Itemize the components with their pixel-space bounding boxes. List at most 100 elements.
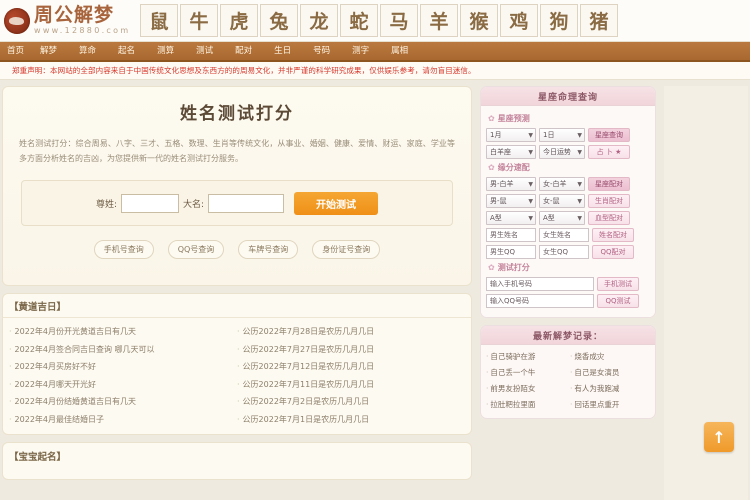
dropdown-value: 男-鼠 bbox=[490, 197, 507, 205]
action-button[interactable]: 星座查询 bbox=[588, 128, 630, 142]
site-logo[interactable]: 周公解梦 www.12880.com bbox=[0, 6, 140, 35]
nav-item-4[interactable]: 测算 bbox=[146, 41, 185, 61]
text-input[interactable]: 女生QQ bbox=[539, 245, 589, 259]
nav-item-7[interactable]: 生日 bbox=[263, 41, 302, 61]
bullet-icon: · bbox=[9, 397, 12, 406]
zodiac-button-8[interactable]: 猴 bbox=[460, 4, 498, 37]
dream-record-left-list: · 自己骑驴在游 · 自己丢一个牛 · 前男友扮陌女 · 拉肚粑拉里面 bbox=[484, 349, 568, 413]
action-button[interactable]: 生肖配对 bbox=[588, 194, 630, 208]
nav-item-1[interactable]: 解梦 bbox=[29, 41, 68, 61]
list-item[interactable]: · 拉肚粑拉里面 bbox=[484, 397, 568, 413]
text-input[interactable]: 男生姓名 bbox=[486, 228, 536, 242]
disclaimer-text: 郑重声明：本网站的全部内容来自于中国传统文化思想及东西方的的周易文化，并非严谨的… bbox=[12, 66, 476, 75]
start-test-button[interactable]: 开始测试 bbox=[294, 191, 379, 215]
list-item[interactable]: · 2022年4月签合同吉日查询 哪几天可以 bbox=[9, 341, 237, 359]
list-item[interactable]: · 前男友扮陌女 bbox=[484, 381, 568, 397]
action-button[interactable]: 星座配对 bbox=[588, 177, 630, 191]
action-button[interactable]: QQ配对 bbox=[592, 245, 634, 259]
lucky-day-left-list: · 2022年4月份开光黄道吉日有几天 · 2022年4月签合同吉日查询 哪几天可以 ·… bbox=[9, 323, 237, 428]
list-item[interactable]: · 公历2022年7月1日是农历几月几日 bbox=[237, 411, 465, 429]
list-item-label: 有人为我跑减 bbox=[574, 384, 620, 393]
bullet-icon: · bbox=[9, 327, 12, 336]
nav-item-10[interactable]: 属相 bbox=[380, 41, 419, 61]
list-item[interactable]: · 自己是女演员 bbox=[568, 365, 652, 381]
control-row: 白羊座 ▼ 今日运势 ▼ 占 卜 ★ bbox=[486, 145, 650, 159]
bullet-icon: · bbox=[9, 362, 12, 371]
action-button[interactable]: 手机测试 bbox=[597, 277, 639, 291]
quick-query-button-2[interactable]: 车牌号查询 bbox=[238, 240, 299, 260]
list-item[interactable]: · 烧香成灾 bbox=[568, 349, 652, 365]
list-item[interactable]: · 有人为我跑减 bbox=[568, 381, 652, 397]
nav-item-2[interactable]: 算命 bbox=[68, 41, 107, 61]
quick-query-button-1[interactable]: QQ号查询 bbox=[167, 240, 225, 260]
control-row: 男生QQ 女生QQ QQ配对 bbox=[486, 245, 650, 259]
text-input[interactable]: 输入QQ号码 bbox=[486, 294, 594, 308]
logo-emblem-icon bbox=[4, 7, 30, 34]
scroll-to-top-button[interactable]: ↑ bbox=[704, 422, 734, 452]
list-item[interactable]: · 公历2022年7月12日是农历几月几日 bbox=[237, 358, 465, 376]
list-item[interactable]: · 2022年4月哪天开光好 bbox=[9, 376, 237, 394]
list-item-label: 2022年4月签合同吉日查询 哪几天可以 bbox=[14, 344, 155, 354]
dropdown-select[interactable]: 男-白羊 ▼ bbox=[486, 177, 536, 191]
text-input[interactable]: 输入手机号码 bbox=[486, 277, 594, 291]
zodiac-button-2[interactable]: 虎 bbox=[220, 4, 258, 37]
zodiac-button-9[interactable]: 鸡 bbox=[500, 4, 538, 37]
bullet-icon: · bbox=[237, 362, 240, 371]
nav-item-0[interactable]: 首页 bbox=[2, 41, 29, 61]
nav-item-8[interactable]: 号码 bbox=[302, 41, 341, 61]
text-input[interactable]: 男生QQ bbox=[486, 245, 536, 259]
list-item[interactable]: · 公历2022年7月2日是农历几月几日 bbox=[237, 393, 465, 411]
zodiac-button-6[interactable]: 马 bbox=[380, 4, 418, 37]
list-item[interactable]: · 公历2022年7月27日是农历几月几日 bbox=[237, 341, 465, 359]
dropdown-select[interactable]: 1日 ▼ bbox=[539, 128, 585, 142]
quick-query-button-3[interactable]: 身份证号查询 bbox=[312, 240, 381, 260]
dropdown-select[interactable]: 女-鼠 ▼ bbox=[539, 194, 585, 208]
zodiac-button-10[interactable]: 狗 bbox=[540, 4, 578, 37]
list-item[interactable]: · 自己骑驴在游 bbox=[484, 349, 568, 365]
zodiac-button-3[interactable]: 兔 bbox=[260, 4, 298, 37]
list-item[interactable]: · 回话里点重开 bbox=[568, 397, 652, 413]
list-item[interactable]: · 公历2022年7月28日是农历几月几日 bbox=[237, 323, 465, 341]
list-item-label: 公历2022年7月2日是农历几月几日 bbox=[242, 397, 370, 406]
surname-input[interactable] bbox=[121, 193, 179, 213]
list-item[interactable]: · 2022年4月买房好不好 bbox=[9, 358, 237, 376]
bullet-icon: · bbox=[486, 384, 489, 393]
text-input[interactable]: 女生姓名 bbox=[539, 228, 589, 242]
dropdown-value: 白羊座 bbox=[490, 148, 511, 156]
action-button[interactable]: 占 卜 ★ bbox=[588, 145, 630, 159]
zodiac-button-5[interactable]: 蛇 bbox=[340, 4, 378, 37]
nav-item-5[interactable]: 测试 bbox=[185, 41, 224, 61]
list-item[interactable]: · 公历2022年7月11日是农历几月几日 bbox=[237, 376, 465, 394]
section-title-label: 缘分速配 bbox=[497, 163, 530, 172]
action-button[interactable]: 血型配对 bbox=[588, 211, 630, 225]
list-item[interactable]: · 2022年4月最佳结婚日子 bbox=[9, 411, 237, 429]
zodiac-button-0[interactable]: 鼠 bbox=[140, 4, 178, 37]
dropdown-select[interactable]: 今日运势 ▼ bbox=[539, 145, 585, 159]
chevron-down-icon: ▼ bbox=[577, 180, 582, 188]
bullet-icon: · bbox=[237, 327, 240, 336]
list-item[interactable]: · 2022年4月份结婚黄道吉日有几天 bbox=[9, 393, 237, 411]
list-item[interactable]: · 2022年4月份开光黄道吉日有几天 bbox=[9, 323, 237, 341]
nav-item-9[interactable]: 测字 bbox=[341, 41, 380, 61]
zodiac-button-7[interactable]: 羊 bbox=[420, 4, 458, 37]
dropdown-select[interactable]: A型 ▼ bbox=[539, 211, 585, 225]
nav-item-6[interactable]: 配对 bbox=[224, 41, 263, 61]
astrology-panel-body: ✿ 星座预测 1月 ▼ 1日 ▼ 星座查询 白羊座 ▼ 今日运势 ▼ 占 卜 ★ ✿ 缘分速配 男-白羊 ▼ 女… bbox=[481, 106, 655, 317]
dropdown-select[interactable]: 女-白羊 ▼ bbox=[539, 177, 585, 191]
action-button[interactable]: QQ测试 bbox=[597, 294, 639, 308]
control-row: 输入手机号码 手机测试 bbox=[486, 277, 650, 291]
zodiac-button-1[interactable]: 牛 bbox=[180, 4, 218, 37]
givenname-input[interactable] bbox=[208, 193, 285, 213]
dropdown-select[interactable]: 白羊座 ▼ bbox=[486, 145, 536, 159]
dropdown-select[interactable]: 男-鼠 ▼ bbox=[486, 194, 536, 208]
flower-icon: ✿ bbox=[488, 114, 495, 123]
dropdown-select[interactable]: 1月 ▼ bbox=[486, 128, 536, 142]
zodiac-button-11[interactable]: 猪 bbox=[580, 4, 618, 37]
bullet-icon: · bbox=[9, 344, 12, 354]
nav-item-3[interactable]: 起名 bbox=[107, 41, 146, 61]
list-item[interactable]: · 自己丢一个牛 bbox=[484, 365, 568, 381]
quick-query-button-0[interactable]: 手机号查询 bbox=[93, 240, 154, 260]
action-button[interactable]: 姓名配对 bbox=[592, 228, 634, 242]
dropdown-select[interactable]: A型 ▼ bbox=[486, 211, 536, 225]
zodiac-button-4[interactable]: 龙 bbox=[300, 4, 338, 37]
